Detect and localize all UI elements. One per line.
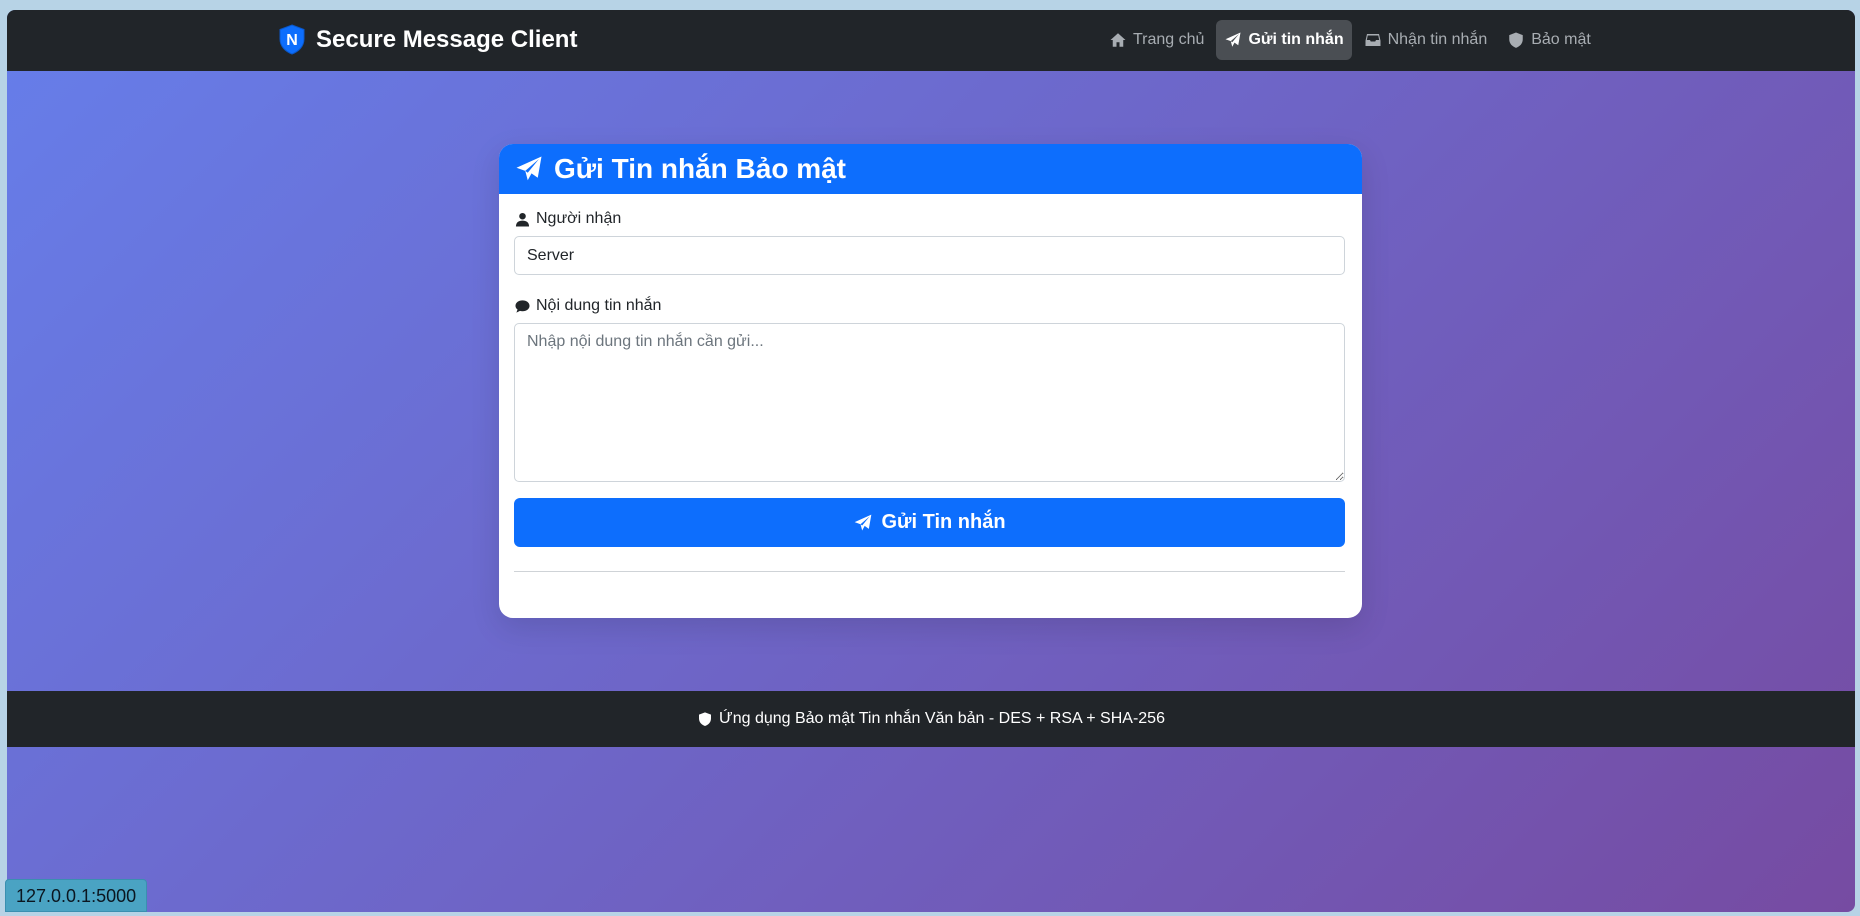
navbar: N Secure Message Client Trang chủ Gửi ti… <box>7 10 1855 71</box>
nav-item-send[interactable]: Gửi tin nhắn <box>1216 20 1352 60</box>
recipient-label: Người nhận <box>515 210 621 228</box>
nav-item-receive[interactable]: Nhận tin nhắn <box>1356 20 1496 60</box>
message-label: Nội dung tin nhắn <box>515 297 661 315</box>
inbox-icon <box>1365 34 1381 46</box>
paper-plane-icon <box>1225 32 1241 47</box>
status-bar-url: 127.0.0.1:5000 <box>5 879 148 912</box>
nav-item-home[interactable]: Trang chủ <box>1101 20 1212 60</box>
send-message-card: Gửi Tin nhắn Bảo mật Người nhận Nội dung… <box>499 144 1362 618</box>
paper-plane-icon <box>516 156 542 181</box>
card-title: Gửi Tin nhắn Bảo mật <box>554 153 847 184</box>
nav-menu: Trang chủ Gửi tin nhắn Nhận tin nhắn Bảo… <box>1101 20 1603 60</box>
recipient-input[interactable] <box>514 236 1345 275</box>
brand-link[interactable]: N Secure Message Client <box>278 24 577 55</box>
shield-icon <box>1509 32 1523 48</box>
message-label-text: Nội dung tin nhắn <box>536 297 662 314</box>
nav-item-send-label: Gửi tin nhắn <box>1248 31 1344 48</box>
nav-item-security[interactable]: Bảo mật <box>1499 20 1599 60</box>
shield-icon <box>699 712 712 726</box>
divider <box>514 571 1345 572</box>
send-button-label: Gửi Tin nhắn <box>881 511 1006 533</box>
footer-text: Ứng dụng Bảo mật Tin nhắn Văn bản - DES … <box>719 710 1165 727</box>
user-icon <box>515 212 530 227</box>
recipient-label-text: Người nhận <box>536 210 622 227</box>
home-icon <box>1110 33 1126 47</box>
paper-plane-icon <box>855 514 872 530</box>
card-header: Gửi Tin nhắn Bảo mật <box>499 144 1362 194</box>
comment-icon <box>515 299 530 313</box>
message-textarea[interactable] <box>514 323 1345 482</box>
footer: Ứng dụng Bảo mật Tin nhắn Văn bản - DES … <box>7 691 1855 747</box>
brand-title: Secure Message Client <box>316 26 578 53</box>
app-window: N Secure Message Client Trang chủ Gửi ti… <box>7 10 1855 912</box>
logo-letter: N <box>286 32 298 49</box>
nav-item-security-label: Bảo mật <box>1531 31 1591 48</box>
nav-item-receive-label: Nhận tin nhắn <box>1387 31 1488 48</box>
nav-item-home-label: Trang chủ <box>1133 31 1205 48</box>
send-message-button[interactable]: Gửi Tin nhắn <box>514 498 1345 547</box>
shield-logo-icon: N <box>279 24 305 55</box>
